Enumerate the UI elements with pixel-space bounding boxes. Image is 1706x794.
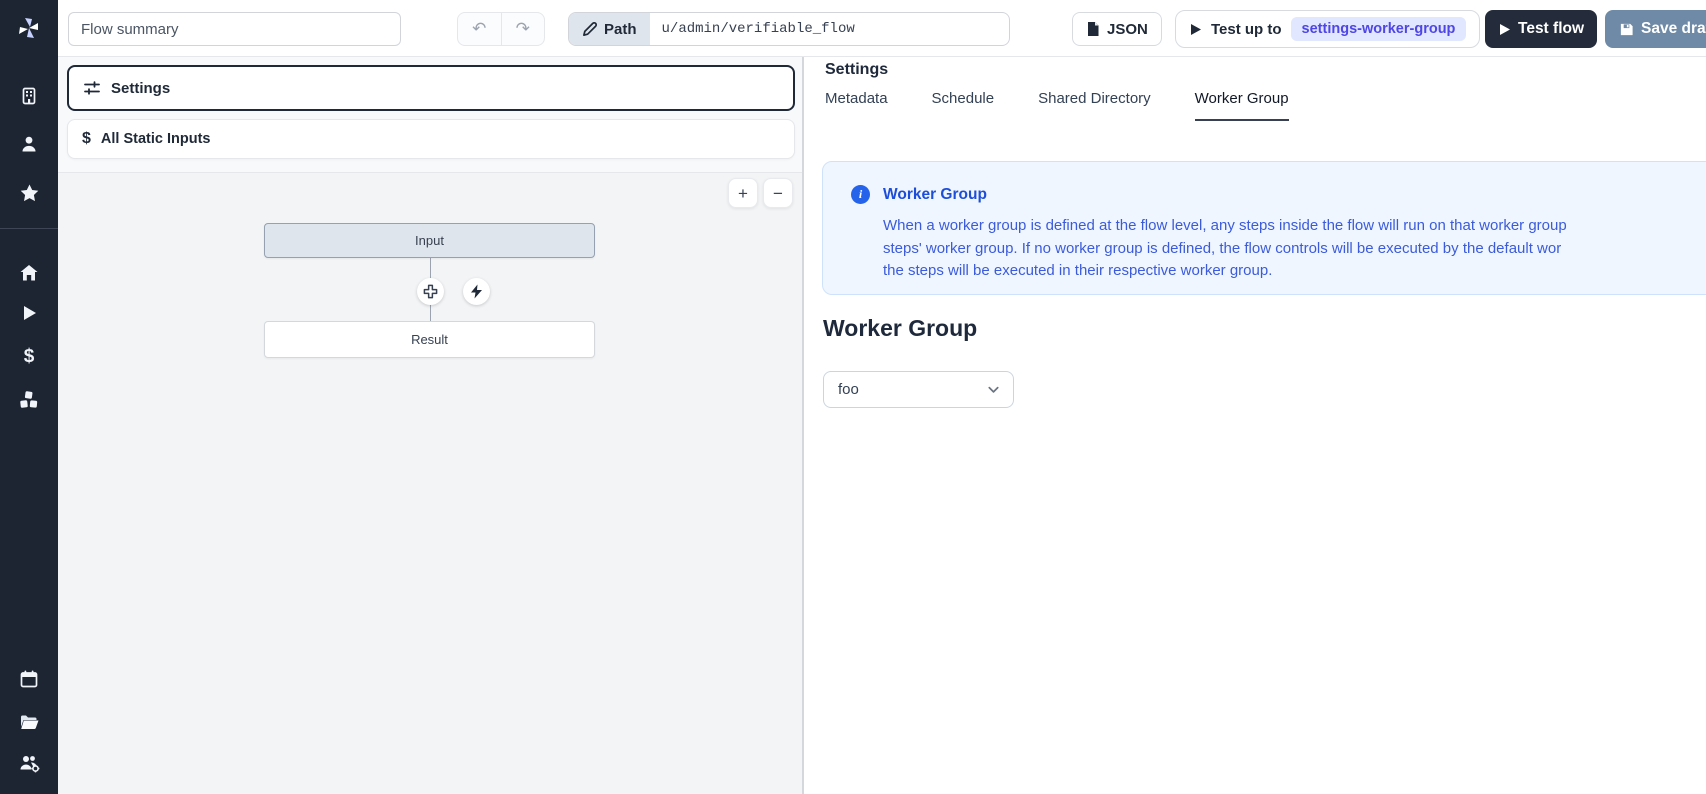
input-node[interactable]: Input <box>264 223 595 258</box>
sidebar-item-workspace[interactable] <box>0 81 58 111</box>
tab-schedule[interactable]: Schedule <box>932 90 995 121</box>
play-icon <box>1498 23 1511 36</box>
input-node-label: Input <box>415 233 444 248</box>
plus-cross-icon <box>423 284 438 299</box>
json-label: JSON <box>1107 21 1148 38</box>
settings-panel: Settings Metadata Schedule Shared Direct… <box>802 57 1706 794</box>
info-line: the steps will be executed in their resp… <box>883 260 1706 283</box>
redo-button[interactable]: ↷ <box>501 13 545 45</box>
info-line: When a worker group is defined at the fl… <box>883 215 1706 238</box>
info-body: When a worker group is defined at the fl… <box>883 215 1706 283</box>
cubes-icon <box>18 389 40 411</box>
result-node[interactable]: Result <box>264 321 595 358</box>
zoom-out-button[interactable]: − <box>763 178 793 208</box>
flow-summary-input[interactable] <box>68 12 401 46</box>
tab-metadata[interactable]: Metadata <box>825 90 888 121</box>
test-up-to-label: Test up to <box>1211 21 1282 38</box>
building-icon <box>19 86 39 106</box>
test-up-to-step-badge[interactable]: settings-worker-group <box>1291 17 1467 41</box>
save-icon <box>1619 22 1634 37</box>
worker-group-section-title: Worker Group <box>823 315 977 342</box>
calendar-icon <box>19 669 39 689</box>
play-icon <box>20 304 38 322</box>
info-title: Worker Group <box>883 186 987 204</box>
folder-icon <box>19 713 40 731</box>
flow-settings-module[interactable]: Settings <box>67 65 795 111</box>
flow-settings-label: Settings <box>111 80 170 97</box>
file-json-icon <box>1086 21 1100 37</box>
sliders-icon <box>83 79 101 97</box>
settings-panel-title: Settings <box>825 61 888 79</box>
windmill-logo[interactable] <box>0 0 58 57</box>
path-value[interactable]: u/admin/verifiable_flow <box>650 13 1009 45</box>
add-step-button[interactable] <box>417 278 444 305</box>
sidebar-item-user[interactable] <box>0 129 58 159</box>
sidebar-item-variables[interactable]: $ <box>0 342 58 372</box>
sidebar-item-schedules[interactable] <box>0 664 58 694</box>
star-icon <box>19 183 40 203</box>
chevron-down-icon <box>986 382 1001 397</box>
worker-group-selected-value: foo <box>838 381 859 398</box>
sidebar-item-folders[interactable] <box>0 707 58 737</box>
dollar-icon: $ <box>24 346 35 368</box>
json-button[interactable]: JSON <box>1072 12 1162 46</box>
path-group: Path u/admin/verifiable_flow <box>568 12 1010 46</box>
undo-redo-group: ↶ ↷ <box>457 12 545 46</box>
dollar-icon: $ <box>82 130 91 148</box>
test-up-to-button[interactable]: Test up to settings-worker-group <box>1175 10 1480 48</box>
zoom-in-button[interactable]: + <box>728 178 758 208</box>
left-sidebar: $ <box>0 0 58 794</box>
sidebar-item-favorites[interactable] <box>0 178 58 208</box>
trigger-step-button[interactable] <box>463 278 490 305</box>
tab-shared-directory[interactable]: Shared Directory <box>1038 90 1151 121</box>
tab-worker-group[interactable]: Worker Group <box>1195 90 1289 121</box>
sidebar-item-home[interactable] <box>0 258 58 288</box>
info-line: steps' worker group. If no worker group … <box>883 238 1706 261</box>
home-icon <box>19 263 39 283</box>
user-group-gear-icon <box>18 753 41 773</box>
worker-group-info-box: i Worker Group When a worker group is de… <box>822 161 1706 295</box>
windmill-logo-icon <box>14 14 44 44</box>
worker-group-select[interactable]: foo <box>823 371 1014 408</box>
test-flow-button[interactable]: Test flow <box>1485 10 1597 48</box>
test-flow-label: Test flow <box>1518 20 1584 38</box>
save-draft-label: Save draft <box>1641 20 1706 38</box>
path-label: Path <box>604 21 637 38</box>
sidebar-divider <box>0 228 58 229</box>
save-draft-button[interactable]: Save draft <box>1605 10 1706 48</box>
undo-icon: ↶ <box>472 19 486 38</box>
undo-button[interactable]: ↶ <box>458 13 501 45</box>
top-toolbar: ↶ ↷ Path u/admin/verifiable_flow JSON Te… <box>58 0 1706 57</box>
sidebar-item-runs[interactable] <box>0 298 58 328</box>
redo-icon: ↷ <box>516 19 530 38</box>
all-static-inputs-label: All Static Inputs <box>101 131 211 147</box>
flow-graph-panel: Settings $ All Static Inputs + − Input R… <box>58 57 802 794</box>
edit-path-button[interactable]: Path <box>569 13 650 45</box>
result-node-label: Result <box>411 332 448 347</box>
sidebar-item-resources[interactable] <box>0 385 58 415</box>
info-icon: i <box>851 185 870 204</box>
all-static-inputs-module[interactable]: $ All Static Inputs <box>67 119 795 159</box>
pencil-icon <box>582 22 597 37</box>
lightning-icon <box>470 284 483 299</box>
sidebar-item-groups[interactable] <box>0 748 58 778</box>
user-icon <box>19 134 39 154</box>
settings-tabs: Metadata Schedule Shared Directory Worke… <box>825 90 1289 121</box>
play-icon <box>1189 23 1202 36</box>
